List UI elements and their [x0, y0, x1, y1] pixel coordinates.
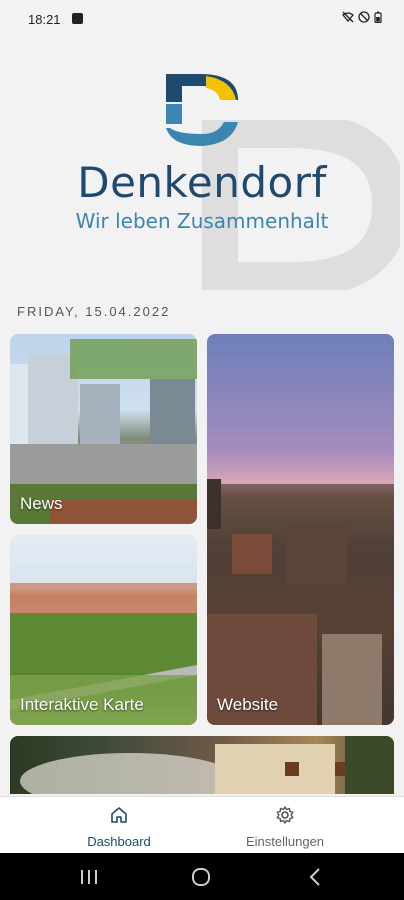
- nav-einstellungen-label: Einstellungen: [245, 834, 325, 849]
- tile-karte-label: Interaktive Karte: [20, 695, 144, 714]
- tile-interaktive-karte[interactable]: Interaktive Karte: [10, 535, 197, 725]
- wifi-off-icon: [342, 11, 354, 23]
- status-icons: [342, 11, 382, 23]
- battery-icon: [374, 11, 382, 23]
- status-time: 18:21: [28, 12, 61, 27]
- tile-news-label: News: [20, 494, 63, 513]
- tile-event-partial[interactable]: [10, 736, 394, 794]
- brand-tagline: Wir leben Zusammenhalt: [75, 209, 329, 233]
- tile-news[interactable]: News: [10, 334, 197, 524]
- status-bar: 18:21: [0, 0, 404, 40]
- dnd-icon: [358, 11, 370, 23]
- nav-dashboard[interactable]: Dashboard: [59, 805, 179, 849]
- back-icon[interactable]: [308, 867, 322, 887]
- gear-icon: [276, 806, 294, 824]
- system-navigation-bar: [0, 853, 404, 900]
- nav-dashboard-label: Dashboard: [87, 834, 151, 849]
- denkendorf-logo-mark: [166, 74, 238, 146]
- bottom-navigation: Dashboard Einstellungen: [0, 796, 404, 854]
- event-photo: [20, 736, 394, 794]
- recents-icon[interactable]: [80, 869, 98, 885]
- brand-name: Denkendorf: [77, 158, 327, 207]
- tile-website-label: Website: [217, 695, 279, 714]
- nav-einstellungen[interactable]: Einstellungen: [225, 805, 345, 849]
- home-icon: [111, 807, 127, 823]
- website-photo: [207, 479, 394, 725]
- home-circle-icon[interactable]: [191, 867, 211, 887]
- date-label: FRIDAY, 15.04.2022: [17, 304, 171, 319]
- notification-icon: [72, 13, 83, 24]
- tile-website[interactable]: Website: [207, 334, 394, 725]
